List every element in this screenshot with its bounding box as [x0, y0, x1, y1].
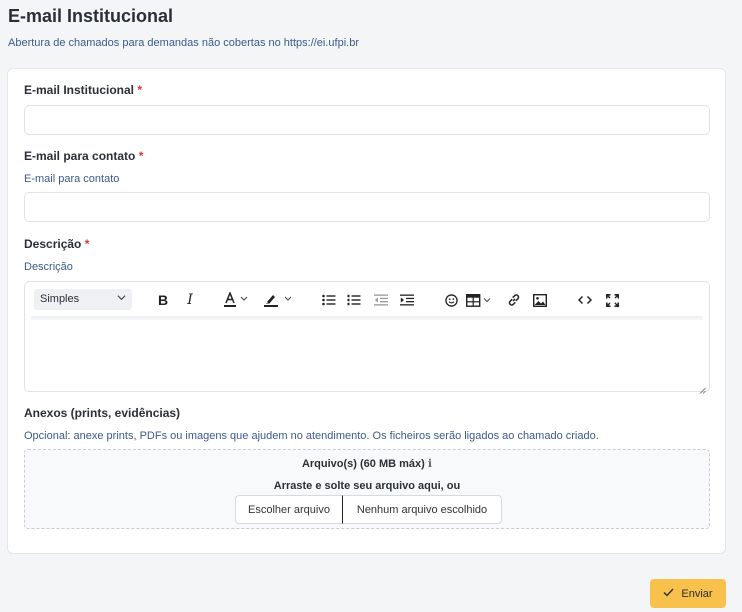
- editor-content-area[interactable]: [31, 322, 703, 383]
- choose-file-button[interactable]: Escolher arquivo: [235, 495, 343, 524]
- file-size-label: Arquivo(s) (60 MB máx) ℹ: [301, 457, 433, 470]
- highlight-icon[interactable]: [263, 291, 295, 309]
- link-icon[interactable]: [505, 291, 523, 309]
- bold-icon[interactable]: B: [154, 291, 172, 309]
- page-subtitle: Abertura de chamados para demandas não c…: [8, 37, 359, 49]
- fullscreen-icon[interactable]: [603, 291, 621, 309]
- institutional-email-input[interactable]: [24, 105, 710, 135]
- format-select[interactable]: Simples: [34, 289, 132, 310]
- required-mark: *: [84, 237, 90, 251]
- outdent-icon[interactable]: [372, 291, 390, 309]
- file-dropzone[interactable]: Arquivo(s) (60 MB máx) ℹ Arraste e solte…: [24, 449, 710, 529]
- code-view-icon[interactable]: [576, 291, 594, 309]
- emoji-icon[interactable]: [442, 291, 460, 309]
- table-icon[interactable]: [466, 291, 494, 309]
- description-hint: Descrição: [24, 261, 73, 273]
- contact-email-label: E-mail para contato *: [24, 149, 144, 163]
- italic-icon[interactable]: I: [181, 291, 199, 309]
- numbered-list-icon[interactable]: [345, 291, 363, 309]
- font-color-icon[interactable]: [224, 291, 250, 309]
- page-title: E-mail Institucional: [8, 6, 174, 26]
- chevron-down-icon: [117, 293, 126, 305]
- drop-text: Arraste e solte seu arquivo aqui, ou: [273, 480, 461, 492]
- required-mark: *: [138, 149, 144, 163]
- info-icon[interactable]: ℹ: [428, 457, 432, 470]
- resize-handle-icon[interactable]: [699, 381, 706, 394]
- indent-icon[interactable]: [398, 291, 416, 309]
- file-status: Nenhum arquivo escolhido: [342, 495, 502, 524]
- form-card: E-mail Institucional * E-mail para conta…: [7, 68, 726, 554]
- description-label: Descrição *: [24, 237, 90, 251]
- rich-text-editor: Simples B I: [24, 281, 710, 394]
- institutional-email-label: E-mail Institucional *: [24, 83, 143, 97]
- editor-toolbar: Simples B I: [25, 282, 709, 316]
- toolbar-divider: [31, 316, 703, 320]
- contact-email-input[interactable]: [24, 192, 710, 222]
- required-mark: *: [137, 83, 143, 97]
- attachments-hint: Opcional: anexe prints, PDFs ou imagens …: [24, 430, 599, 442]
- contact-email-hint: E-mail para contato: [24, 173, 120, 185]
- bullet-list-icon[interactable]: [320, 291, 338, 309]
- attachments-label: Anexos (prints, evidências): [24, 406, 181, 420]
- image-icon[interactable]: [531, 291, 549, 309]
- submit-button[interactable]: Enviar: [650, 579, 726, 608]
- check-icon: [663, 588, 674, 600]
